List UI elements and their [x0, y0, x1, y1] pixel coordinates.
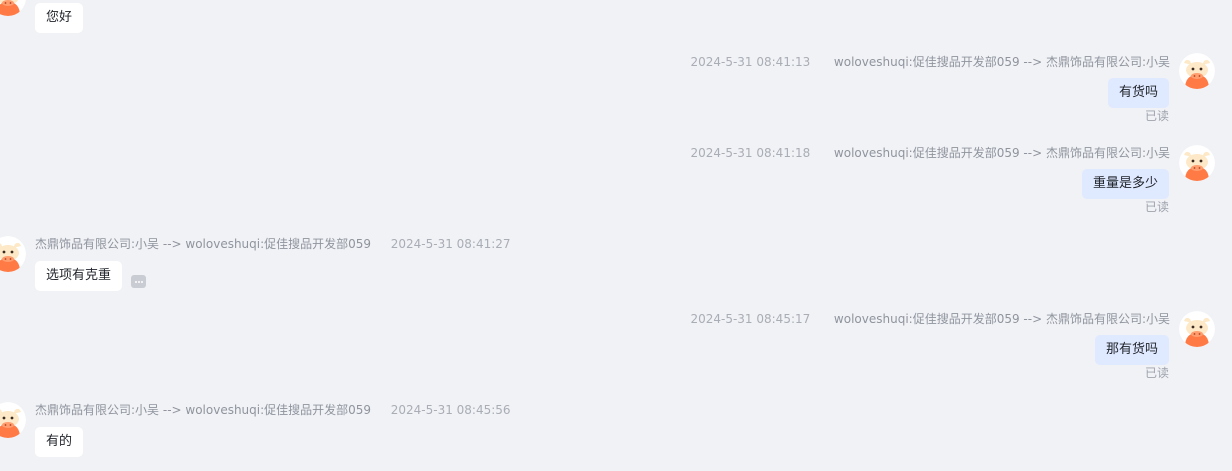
avatar[interactable] — [1179, 145, 1215, 181]
read-status: 已读 — [1144, 366, 1169, 380]
avatar[interactable] — [0, 0, 26, 16]
message-timestamp: 2024-5-31 08:45:17 — [690, 312, 811, 326]
message-bubble[interactable]: 有的 — [35, 427, 84, 457]
message-bubble[interactable]: 那有货吗 — [1094, 335, 1169, 365]
message-meta: 2024-5-31 08:41:18 woloveshuqi:促佳搜品开发部05… — [690, 145, 1170, 161]
message-timestamp: 2024-5-31 08:41:13 — [690, 55, 811, 69]
ox-avatar-icon — [1179, 53, 1215, 89]
message-bubble[interactable]: 您好 — [35, 3, 84, 33]
message-route: woloveshuqi:促佳搜品开发部059 --> 杰鼎饰品有限公司:小吴 — [833, 312, 1170, 326]
message-route: 杰鼎饰品有限公司:小吴 --> woloveshuqi:促佳搜品开发部059 — [35, 403, 372, 417]
message-meta: 杰鼎饰品有限公司:小吴 --> woloveshuqi:促佳搜品开发部059 2… — [35, 236, 511, 252]
message-route: woloveshuqi:促佳搜品开发部059 --> 杰鼎饰品有限公司:小吴 — [833, 55, 1170, 69]
avatar[interactable] — [1179, 53, 1215, 89]
ox-avatar-icon — [0, 236, 26, 272]
more-options-icon[interactable] — [131, 275, 146, 288]
message-bubble[interactable]: 选项有克重 — [35, 261, 123, 291]
message-timestamp: 2024-5-31 08:41:27 — [390, 237, 511, 251]
read-status: 已读 — [1144, 200, 1169, 214]
ox-avatar-icon — [1179, 311, 1215, 347]
read-status: 已读 — [1144, 109, 1169, 123]
avatar[interactable] — [0, 236, 26, 272]
message-meta: 2024-5-31 08:45:17 woloveshuqi:促佳搜品开发部05… — [690, 311, 1170, 327]
message-route: woloveshuqi:促佳搜品开发部059 --> 杰鼎饰品有限公司:小吴 — [833, 146, 1170, 160]
avatar[interactable] — [1179, 311, 1215, 347]
message-meta: 2024-5-31 08:41:13 woloveshuqi:促佳搜品开发部05… — [690, 54, 1170, 70]
message-meta: 杰鼎饰品有限公司:小吴 --> woloveshuqi:促佳搜品开发部059 2… — [35, 402, 511, 418]
message-timestamp: 2024-5-31 08:45:56 — [390, 403, 511, 417]
message-route: 杰鼎饰品有限公司:小吴 --> woloveshuqi:促佳搜品开发部059 — [35, 237, 372, 251]
avatar[interactable] — [0, 402, 26, 438]
message-timestamp: 2024-5-31 08:41:18 — [690, 146, 811, 160]
ox-avatar-icon — [1179, 145, 1215, 181]
ox-avatar-icon — [0, 402, 26, 438]
message-bubble[interactable]: 有货吗 — [1107, 78, 1169, 108]
message-bubble[interactable]: 重量是多少 — [1081, 169, 1169, 199]
ox-avatar-icon — [0, 0, 26, 16]
